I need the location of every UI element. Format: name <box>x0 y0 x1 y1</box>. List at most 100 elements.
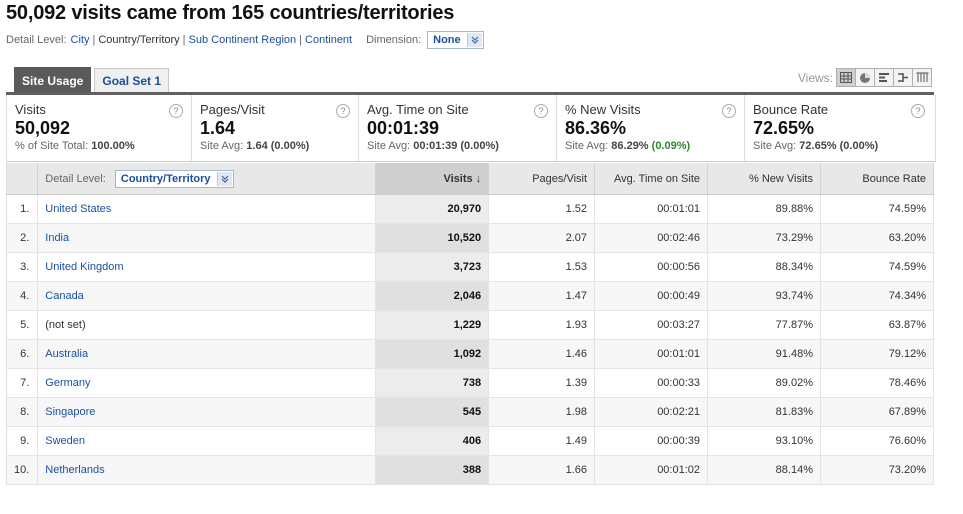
row-dimension-cell: Canada <box>37 281 377 311</box>
row-dimension-cell: India <box>37 223 377 253</box>
cell-visits: 3,723 <box>375 252 490 282</box>
cell-new-visits: 77.87% <box>707 310 821 340</box>
cell-visits: 1,229 <box>375 310 490 340</box>
dimension-dropdown[interactable]: None <box>427 31 484 49</box>
bar-chart-icon <box>879 73 889 82</box>
table-row: 1. United States 20,970 1.52 00:01:01 89.88% 7… <box>6 194 935 224</box>
column-header-new-visits[interactable]: % New Visits <box>707 163 821 195</box>
row-number: 5. <box>6 310 39 340</box>
country-link[interactable]: Sweden <box>45 435 85 447</box>
cell-pages-visit: 1.39 <box>488 368 596 398</box>
comparison-icon <box>898 73 908 82</box>
row-number-header <box>6 163 39 195</box>
cell-pages-visit: 1.52 <box>488 194 596 224</box>
row-number: 6. <box>6 339 39 369</box>
cell-avg-time: 00:00:33 <box>594 368 709 398</box>
cell-avg-time: 00:00:49 <box>594 281 709 311</box>
scorecard-name: % New Visits <box>565 102 641 117</box>
cell-new-visits: 93.74% <box>707 281 821 311</box>
scorecard-sub: Site Avg: 1.64 (0.00%) <box>200 140 310 152</box>
pie-view-button[interactable] <box>855 68 875 87</box>
cell-avg-time: 00:02:21 <box>594 397 709 427</box>
row-dimension-cell: Germany <box>37 368 377 398</box>
table-view-button[interactable] <box>836 68 856 87</box>
cell-avg-time: 00:03:27 <box>594 310 709 340</box>
table-row: 5. (not set) 1,229 1.93 00:03:27 77.87% 63.87% <box>6 310 935 340</box>
row-number: 2. <box>6 223 39 253</box>
help-icon[interactable]: ? <box>336 104 350 118</box>
cell-visits: 20,970 <box>375 194 490 224</box>
row-number: 1. <box>6 194 39 224</box>
detail-level-subcontinent[interactable]: Sub Continent Region <box>189 34 297 46</box>
scorecard-sub: Site Avg: 86.29% (0.09%) <box>565 140 691 152</box>
chevron-down-icon <box>216 171 232 186</box>
scorecard-value: 50,092 <box>15 118 71 138</box>
help-icon[interactable]: ? <box>911 104 925 118</box>
detail-level-continent[interactable]: Continent <box>305 34 352 46</box>
cell-new-visits: 88.14% <box>707 455 821 485</box>
cell-bounce-rate: 73.20% <box>820 455 935 485</box>
table-header-row: Detail Level: Country/Territory Visits ↓ … <box>6 163 935 195</box>
cell-pages-visit: 1.66 <box>488 455 596 485</box>
comparison-view-button[interactable] <box>893 68 913 87</box>
tab-goal-set-1[interactable]: Goal Set 1 <box>94 68 170 93</box>
pivot-view-button[interactable] <box>912 68 932 87</box>
cell-bounce-rate: 63.20% <box>820 223 935 253</box>
table-row: 9. Sweden 406 1.49 00:00:39 93.10% 76.60% <box>6 426 935 456</box>
country-link[interactable]: Singapore <box>45 406 95 418</box>
table-row: 4. Canada 2,046 1.47 00:00:49 93.74% 74.34% <box>6 281 935 311</box>
cell-new-visits: 89.88% <box>707 194 821 224</box>
scorecard-name: Visits <box>15 102 46 117</box>
help-icon[interactable]: ? <box>534 104 548 118</box>
row-dimension-cell: United Kingdom <box>37 252 377 282</box>
views-label: Views: <box>797 70 833 85</box>
row-dimension-cell: Sweden <box>37 426 377 456</box>
scorecard-sub: Site Avg: 72.65% (0.00%) <box>753 140 879 152</box>
scorecard-sub: % of Site Total: 100.00% <box>15 140 135 152</box>
detail-level-country: Country/Territory <box>98 34 180 46</box>
row-number: 7. <box>6 368 39 398</box>
detail-level-value: Country/Territory <box>120 172 211 185</box>
scorecard-visits: Visits 50,092 % of Site Total: 100.00% ? <box>7 95 192 161</box>
country-link[interactable]: Australia <box>45 348 88 360</box>
table-row: 2. India 10,520 2.07 00:02:46 73.29% 63.20% <box>6 223 935 253</box>
scorecard-name: Pages/Visit <box>200 102 265 117</box>
column-header-pages-visit[interactable]: Pages/Visit <box>488 163 596 195</box>
country-link[interactable]: United Kingdom <box>45 261 123 273</box>
cell-pages-visit: 1.53 <box>488 252 596 282</box>
cell-visits: 738 <box>375 368 490 398</box>
cell-avg-time: 00:01:01 <box>594 194 709 224</box>
help-icon[interactable]: ? <box>722 104 736 118</box>
cell-bounce-rate: 74.59% <box>820 194 935 224</box>
table-row: 7. Germany 738 1.39 00:00:33 89.02% 78.46% <box>6 368 935 398</box>
views-toolbar: Views: <box>798 68 932 87</box>
cell-visits: 388 <box>375 455 490 485</box>
column-header-avg-time[interactable]: Avg. Time on Site <box>594 163 709 195</box>
country-link[interactable]: Netherlands <box>45 464 104 476</box>
performance-view-button[interactable] <box>874 68 894 87</box>
cell-bounce-rate: 74.34% <box>820 281 935 311</box>
pivot-icon <box>916 72 928 82</box>
scorecard-name: Avg. Time on Site <box>367 102 469 117</box>
detail-level-dropdown[interactable]: Country/Territory <box>114 169 234 188</box>
chevron-down-icon <box>466 33 482 47</box>
dimension-label: Dimension: <box>366 34 422 46</box>
country-link[interactable]: Canada <box>45 290 84 302</box>
tab-site-usage[interactable]: Site Usage <box>14 67 92 94</box>
column-header-bounce-rate[interactable]: Bounce Rate <box>820 163 935 195</box>
scorecard-avg-time: Avg. Time on Site 00:01:39 Site Avg: 00:… <box>359 95 557 161</box>
help-icon[interactable]: ? <box>169 104 183 118</box>
report-tabs: Site Usage Goal Set 1 <box>14 67 172 94</box>
country-link[interactable]: United States <box>45 203 111 215</box>
country-link[interactable]: India <box>45 232 69 244</box>
column-header-visits[interactable]: Visits ↓ <box>375 163 490 195</box>
cell-pages-visit: 1.98 <box>488 397 596 427</box>
table-row: 10. Netherlands 388 1.66 00:01:02 88.14% 73.20… <box>6 455 935 485</box>
country-link[interactable]: Germany <box>45 377 90 389</box>
table-row: 8. Singapore 545 1.98 00:02:21 81.83% 67.89% <box>6 397 935 427</box>
row-dimension-cell: Australia <box>37 339 377 369</box>
detail-level-city[interactable]: City <box>71 34 90 46</box>
cell-visits: 2,046 <box>375 281 490 311</box>
scorecard-value: 1.64 <box>200 118 236 138</box>
cell-avg-time: 00:02:46 <box>594 223 709 253</box>
